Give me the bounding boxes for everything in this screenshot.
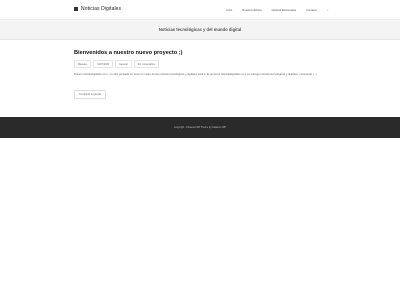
banner-title: Noticias tecnológicas y del mundo digita… [158, 27, 242, 32]
site-footer: Copyright · Powered WP Theme by Kadence … [0, 117, 400, 138]
post-article: Bienvenidos a nuestro nuevo proyecto ;) … [74, 50, 326, 100]
post-meta: Maneleu 04/07/2023 General Sin comentari… [74, 60, 326, 68]
search-icon[interactable]: ⌕ [327, 8, 329, 12]
page-banner: Noticias tecnológicas y del mundo digita… [0, 20, 400, 40]
brand[interactable]: ▪ Noticias Digitales [74, 6, 121, 12]
site-title[interactable]: Noticias Digitales [81, 6, 121, 12]
site-header: ▪ Noticias Digitales Inicio Nuestra Hist… [0, 0, 400, 20]
nav-item-inicio[interactable]: Inicio [226, 9, 232, 12]
post-author[interactable]: Maneleu [74, 60, 92, 68]
main-nav: Inicio Nuestra Historia Noticias Destaca… [226, 8, 329, 12]
post-date: 04/07/2023 [93, 60, 114, 68]
nav-item-nuestra-historia[interactable]: Nuestra Historia [242, 9, 261, 12]
nav-item-contacto[interactable]: Contacto [306, 9, 317, 12]
footer-copyright: Copyright · Powered WP Theme by Kadence … [173, 126, 227, 129]
post-excerpt: Nuevo noticiasdigitales.com - un sitio p… [74, 73, 317, 76]
brand-logo-icon: ▪ [74, 7, 78, 11]
read-more-button[interactable]: Continuar Leyendo [74, 90, 106, 99]
nav-item-noticias-destacadas[interactable]: Noticias Destacadas [272, 9, 297, 12]
post-title[interactable]: Bienvenidos a nuestro nuevo proyecto ;) [74, 50, 326, 56]
post-comments[interactable]: Sin comentarios [133, 60, 159, 68]
post-category[interactable]: General [115, 60, 132, 68]
